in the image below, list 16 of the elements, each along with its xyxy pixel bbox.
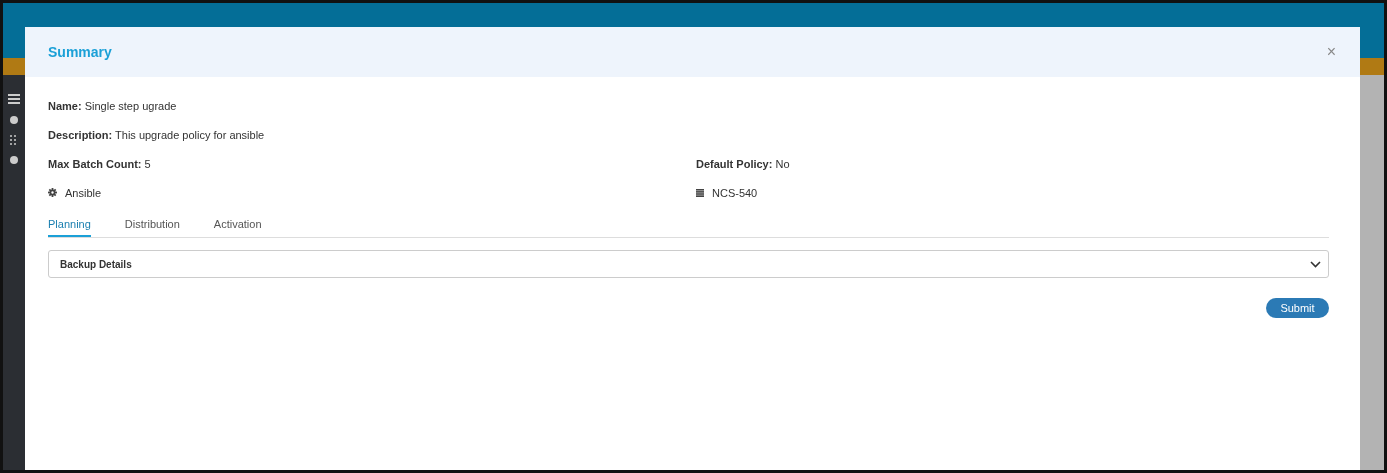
menu-icon[interactable]	[8, 93, 20, 105]
detail-text: Description: This upgrade policy for ansible	[48, 128, 265, 141]
grid-icon[interactable]	[10, 135, 18, 145]
dialog-title: Summary	[48, 44, 112, 60]
detail-text: Name: Single step ugrade	[48, 99, 177, 112]
submit-button[interactable]: Submit	[1266, 298, 1329, 318]
server-icon	[696, 188, 704, 197]
accordion-header[interactable]: Backup Details	[48, 250, 1329, 278]
tab[interactable]: Planning	[48, 218, 91, 237]
detail-text: Max Batch Count: 5	[48, 157, 151, 170]
automation-tool: Ansible	[65, 186, 102, 199]
device-family: NCS-540	[712, 186, 758, 199]
tab[interactable]: Distribution	[124, 218, 180, 237]
chevron-icon	[1310, 260, 1321, 268]
detail-text: Default Policy: No	[696, 157, 790, 170]
tab[interactable]: Activation	[213, 218, 262, 237]
